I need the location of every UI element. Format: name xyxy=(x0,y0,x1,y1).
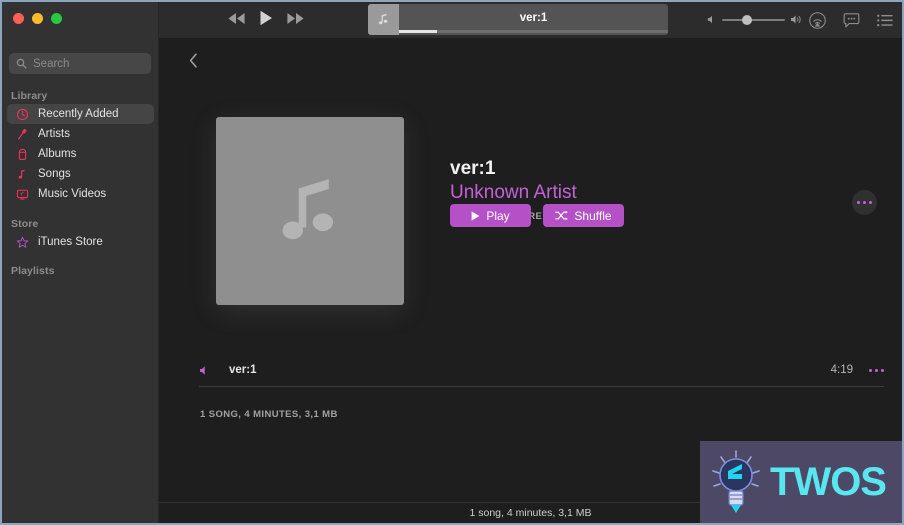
dot xyxy=(881,368,884,372)
play-triangle-icon xyxy=(471,210,480,221)
album-artist[interactable]: Unknown Artist xyxy=(450,182,810,205)
play-button-label: Play xyxy=(486,208,510,223)
album-detail-view: ver:1 Unknown Artist UNKNOWN GENRE Play xyxy=(159,38,902,503)
sidebar-section-playlists-label: Playlists xyxy=(11,265,55,277)
window-traffic-lights xyxy=(13,13,62,24)
track-title: ver:1 xyxy=(229,364,257,376)
dot xyxy=(869,201,872,204)
sidebar-item-label: iTunes Store xyxy=(38,236,103,248)
microphone-icon xyxy=(16,128,29,141)
album-title: ver:1 xyxy=(450,158,496,179)
dot xyxy=(863,201,866,204)
fast-forward-button[interactable] xyxy=(286,12,305,25)
minimize-window-button[interactable] xyxy=(32,13,43,24)
lyrics-icon[interactable] xyxy=(843,13,860,28)
sidebar-item-itunes-store[interactable]: iTunes Store xyxy=(7,232,154,252)
sidebar-item-songs[interactable]: Songs xyxy=(7,164,154,184)
album-more-options-button[interactable] xyxy=(852,190,877,215)
now-playing-display[interactable]: ver:1 xyxy=(368,4,668,35)
search-field-container[interactable] xyxy=(9,53,151,74)
now-playing-artwork xyxy=(368,4,399,35)
sidebar-item-label: Music Videos xyxy=(38,188,107,200)
volume-slider-track[interactable] xyxy=(722,14,785,25)
sidebar-section-library-label: Library xyxy=(11,90,48,102)
speaker-icon xyxy=(199,365,217,376)
sidebar-item-artists[interactable]: Artists xyxy=(7,124,154,144)
sidebar-item-label: Songs xyxy=(38,168,71,180)
maximize-window-button[interactable] xyxy=(51,13,62,24)
sidebar-store-list: iTunes Store xyxy=(7,232,154,252)
back-button[interactable] xyxy=(183,50,203,70)
player-toolbar: ver:1 xyxy=(159,2,902,39)
close-window-button[interactable] xyxy=(13,13,24,24)
sidebar-item-albums[interactable]: Albums xyxy=(7,144,154,164)
shuffle-button-label: Shuffle xyxy=(574,208,612,223)
sidebar-item-label: Recently Added xyxy=(38,108,119,120)
album-action-buttons: Play Shuffle xyxy=(450,204,624,227)
star-icon xyxy=(16,236,29,249)
itunes-music-window: Library Recently Added xyxy=(0,0,904,525)
play-button[interactable] xyxy=(259,10,273,26)
shuffle-button[interactable]: Shuffle xyxy=(543,204,624,227)
dot xyxy=(869,368,872,372)
music-note-icon xyxy=(282,179,334,240)
lightbulb-icon xyxy=(712,450,760,513)
track-more-options-button[interactable] xyxy=(869,368,884,372)
queue-list-icon[interactable] xyxy=(877,14,893,27)
now-playing-body: ver:1 xyxy=(399,4,668,35)
transport-controls xyxy=(227,10,305,26)
track-list-divider xyxy=(199,386,884,387)
album-artwork xyxy=(216,117,404,305)
sidebar-item-music-videos[interactable]: Music Videos xyxy=(7,184,154,204)
volume-control[interactable] xyxy=(707,14,803,25)
volume-slider-knob[interactable] xyxy=(742,14,752,25)
speaker-high-icon xyxy=(791,15,801,24)
watermark-overlay: TWOS xyxy=(700,441,902,523)
chevron-left-icon xyxy=(189,52,197,68)
album-summary: 1 SONG, 4 MINUTES, 3,1 MB xyxy=(200,409,338,420)
play-button[interactable]: Play xyxy=(450,204,531,227)
speaker-low-icon xyxy=(707,15,712,24)
clock-icon xyxy=(16,108,29,121)
track-duration: 4:19 xyxy=(830,364,853,376)
video-icon xyxy=(16,188,29,201)
toolbar-right-icons xyxy=(809,12,893,29)
album-icon xyxy=(16,148,29,161)
music-note-icon xyxy=(16,168,29,181)
now-playing-progress[interactable] xyxy=(399,30,668,33)
airplay-icon[interactable] xyxy=(809,12,826,29)
sidebar-item-label: Artists xyxy=(38,128,70,140)
sidebar: Library Recently Added xyxy=(2,2,159,523)
watermark-text: TWOS xyxy=(770,460,887,504)
rewind-button[interactable] xyxy=(227,12,246,25)
now-playing-title: ver:1 xyxy=(519,12,548,24)
search-icon xyxy=(16,58,27,69)
sidebar-item-recently-added[interactable]: Recently Added xyxy=(7,104,154,124)
table-row[interactable]: ver:1 4:19 xyxy=(199,356,884,384)
sidebar-library-list: Recently Added Artists Albums Songs Musi… xyxy=(7,104,154,204)
music-note-icon xyxy=(378,13,388,25)
dot xyxy=(857,201,860,204)
sidebar-item-label: Albums xyxy=(38,148,77,160)
shuffle-icon xyxy=(555,210,569,221)
dot xyxy=(875,368,878,372)
sidebar-section-store-label: Store xyxy=(11,218,39,230)
status-bar-text: 1 song, 4 minutes, 3,1 MB xyxy=(469,507,592,519)
search-input[interactable] xyxy=(33,57,144,70)
